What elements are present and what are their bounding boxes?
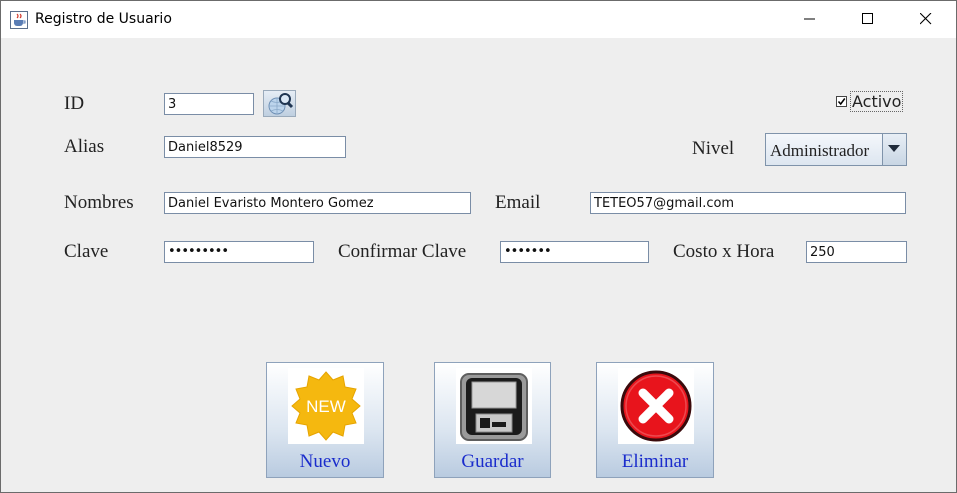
activo-label: Activo bbox=[850, 91, 904, 112]
app-window: Registro de Usuario ID 3 Activo Alias Da… bbox=[0, 0, 957, 493]
email-label: Email bbox=[495, 192, 541, 213]
id-label: ID bbox=[64, 93, 85, 114]
floppy-disk-icon bbox=[456, 368, 532, 444]
clave-label: Clave bbox=[64, 241, 109, 262]
red-x-icon bbox=[618, 368, 694, 444]
clave-field[interactable]: ••••••••• bbox=[164, 241, 314, 263]
new-badge-text: NEW bbox=[306, 397, 346, 416]
guardar-label: Guardar bbox=[461, 451, 524, 472]
nuevo-label: Nuevo bbox=[299, 451, 351, 472]
search-globe-icon bbox=[268, 93, 294, 115]
eliminar-button[interactable]: Eliminar bbox=[596, 362, 714, 478]
minimize-button[interactable] bbox=[782, 1, 840, 38]
title-bar: Registro de Usuario bbox=[1, 1, 956, 38]
window-title: Registro de Usuario bbox=[35, 11, 172, 27]
alias-label: Alias bbox=[64, 136, 105, 157]
costo-hora-field[interactable]: 250 bbox=[806, 241, 907, 263]
nuevo-button[interactable]: NEW Nuevo bbox=[266, 362, 384, 478]
close-icon bbox=[920, 13, 932, 25]
checkmark-icon bbox=[837, 98, 846, 106]
costo-hora-label: Costo x Hora bbox=[673, 241, 775, 262]
new-badge-icon: NEW bbox=[288, 368, 364, 444]
nivel-label: Nivel bbox=[692, 138, 735, 159]
confirmar-clave-field[interactable]: ••••••• bbox=[500, 241, 649, 263]
java-cup-icon bbox=[10, 11, 28, 29]
nombres-label: Nombres bbox=[64, 192, 134, 213]
chevron-down-icon bbox=[888, 145, 900, 152]
eliminar-label: Eliminar bbox=[621, 451, 689, 472]
search-button[interactable] bbox=[263, 90, 296, 117]
minimize-icon bbox=[804, 18, 815, 20]
confirmar-clave-label: Confirmar Clave bbox=[338, 241, 467, 262]
email-field[interactable]: TETEO57@gmail.com bbox=[590, 192, 906, 214]
id-field[interactable]: 3 bbox=[164, 93, 254, 115]
maximize-icon bbox=[862, 13, 873, 24]
checkbox-box[interactable] bbox=[836, 96, 847, 107]
nivel-select[interactable]: Administrador bbox=[765, 133, 907, 166]
guardar-button[interactable]: Guardar bbox=[434, 362, 551, 478]
dropdown-button[interactable] bbox=[882, 134, 906, 165]
maximize-button[interactable] bbox=[840, 1, 898, 38]
nivel-selected-value: Administrador bbox=[770, 141, 870, 160]
alias-field[interactable]: Daniel8529 bbox=[164, 136, 346, 158]
nombres-field[interactable]: Daniel Evaristo Montero Gomez bbox=[164, 192, 471, 214]
close-button[interactable] bbox=[898, 1, 956, 38]
